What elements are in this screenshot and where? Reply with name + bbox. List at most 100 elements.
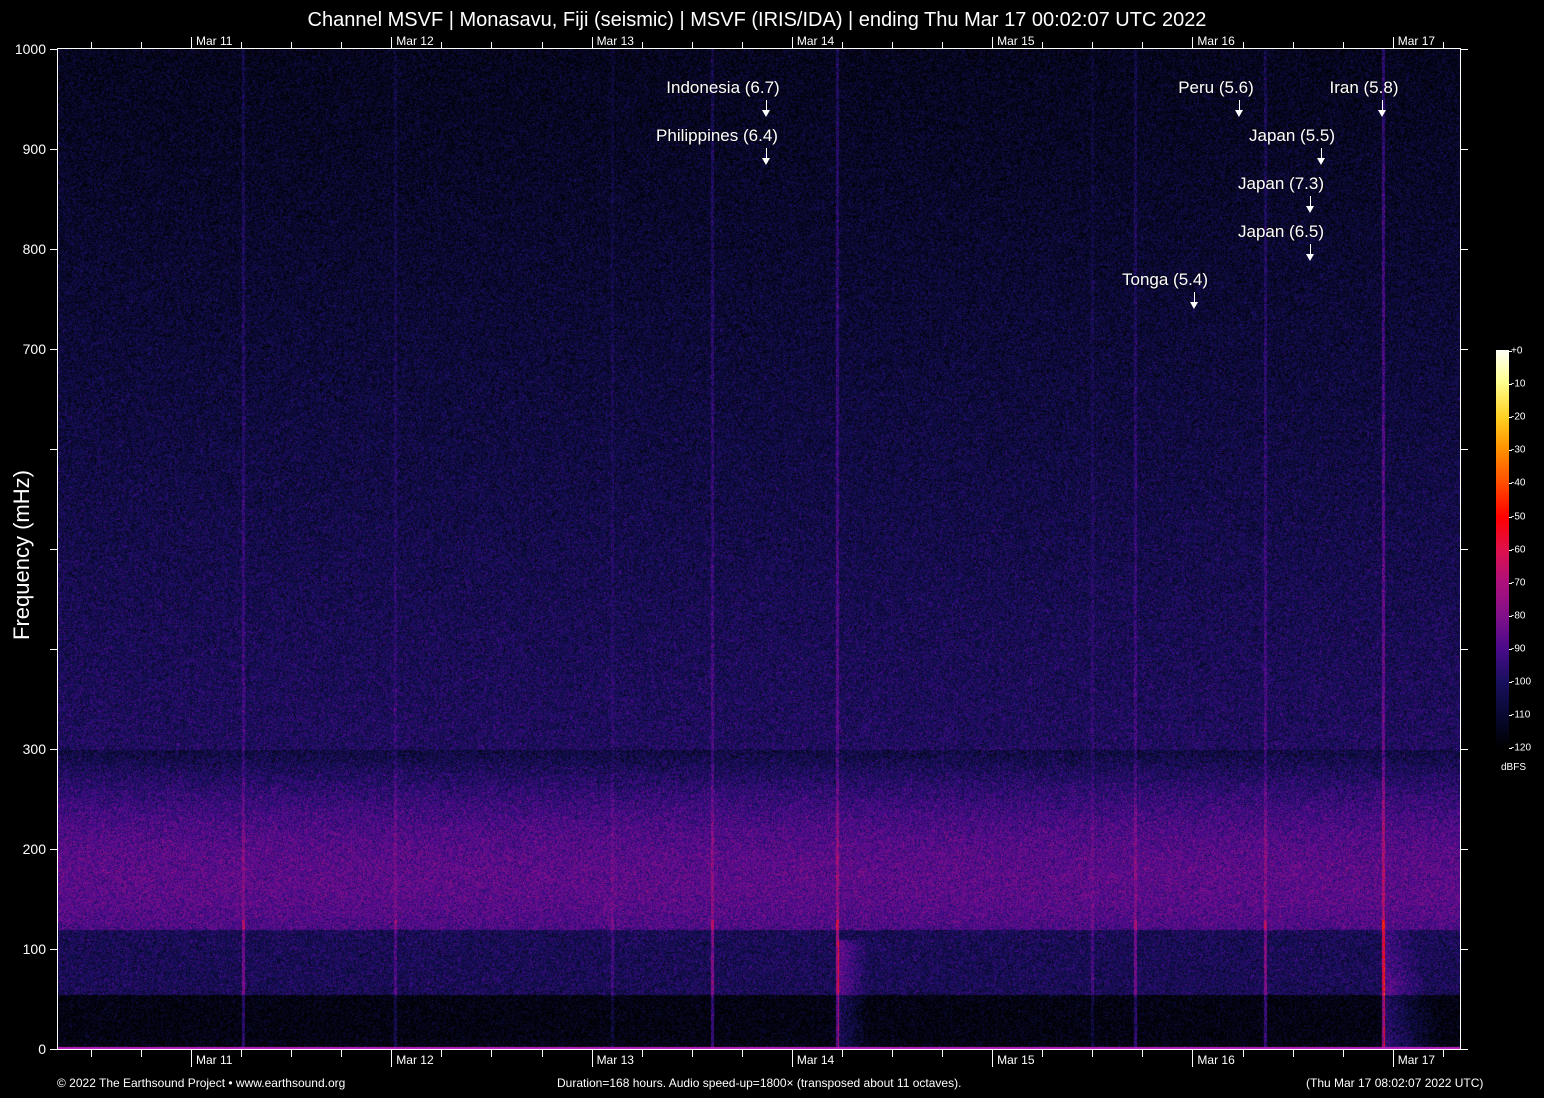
x-tick-top xyxy=(191,37,192,49)
colorbar-tick-label: -70 xyxy=(1511,577,1526,589)
x-tick xyxy=(1242,1049,1244,1057)
x-tick-label: Mar 17 xyxy=(1397,1053,1436,1067)
x-tick xyxy=(291,1049,293,1057)
y-tick-right xyxy=(1460,149,1468,150)
x-tick-label: Mar 12 xyxy=(396,1053,434,1067)
x-tick xyxy=(1092,1049,1094,1057)
x-tick-label-top: Mar 12 xyxy=(396,34,434,48)
x-tick xyxy=(1392,1049,1394,1067)
x-tick xyxy=(791,1049,793,1067)
colorbar-tick-label: -40 xyxy=(1511,477,1526,489)
x-tick xyxy=(391,1049,393,1067)
copyright-text: © 2022 The Earthsound Project • www.eart… xyxy=(57,1076,346,1090)
y-tick-right xyxy=(1460,949,1468,950)
x-tick-label-top: Mar 13 xyxy=(596,34,634,48)
y-tick xyxy=(50,349,58,350)
x-tick-label-top: Mar 14 xyxy=(796,34,835,48)
x-tick-top xyxy=(140,42,142,49)
colorbar-tick-label: -10 xyxy=(1511,378,1526,390)
x-tick-label-top: Mar 15 xyxy=(997,34,1035,48)
event-annotation-label: Japan (6.5) xyxy=(1238,222,1324,241)
x-tick-top xyxy=(942,42,944,49)
colorbar-tick-label: -120 xyxy=(1511,742,1532,754)
y-tick xyxy=(50,649,58,650)
x-tick-top xyxy=(1192,37,1194,49)
colorbar-tick-label: -50 xyxy=(1511,511,1526,522)
y-tick-label: 900 xyxy=(22,141,46,157)
x-tick-top xyxy=(591,37,593,49)
x-tick xyxy=(641,1049,643,1057)
y-tick xyxy=(50,949,58,950)
x-tick-top xyxy=(992,37,994,49)
y-tick-right xyxy=(1460,749,1468,750)
x-tick-label-top: Mar 16 xyxy=(1197,34,1235,48)
y-tick-right xyxy=(1460,349,1468,350)
y-tick-label: 1000 xyxy=(14,41,46,57)
y-tick-label: 0 xyxy=(38,1041,46,1057)
x-tick-label: Mar 15 xyxy=(997,1053,1035,1067)
x-tick xyxy=(191,1049,192,1067)
x-tick xyxy=(1192,1049,1194,1067)
x-tick-top xyxy=(741,42,743,49)
x-tick-label: Mar 14 xyxy=(796,1053,835,1067)
x-tick-top xyxy=(1392,37,1394,49)
event-annotation-label: Japan (5.5) xyxy=(1249,126,1335,145)
x-tick xyxy=(90,1049,92,1057)
x-tick-label: Mar 11 xyxy=(196,1053,233,1067)
x-tick-top xyxy=(1242,42,1244,49)
x-tick xyxy=(140,1049,142,1057)
x-tick xyxy=(491,1049,493,1057)
event-annotation-label: Indonesia (6.7) xyxy=(666,78,780,97)
x-tick-label: Mar 16 xyxy=(1197,1053,1235,1067)
x-tick-top xyxy=(1342,42,1344,49)
x-tick-top xyxy=(691,42,693,49)
x-tick-top xyxy=(241,42,243,49)
x-tick-top xyxy=(791,37,793,49)
down-arrow-icon xyxy=(1306,244,1314,261)
down-arrow-icon xyxy=(762,148,770,165)
chart-title: Channel MSVF | Monasavu, Fiji (seismic) … xyxy=(307,9,1207,31)
colorbar-tick-label: -110 xyxy=(1511,709,1531,721)
event-annotation-label: Philippines (6.4) xyxy=(656,126,778,145)
colorbar-unit: dBFS xyxy=(1501,762,1527,773)
x-tick-top xyxy=(341,42,343,49)
colorbar xyxy=(1496,350,1509,748)
x-tick-top xyxy=(441,42,443,49)
x-tick xyxy=(1042,1049,1044,1057)
y-tick-right xyxy=(1460,249,1468,250)
y-tick xyxy=(50,249,58,250)
x-tick xyxy=(1142,1049,1144,1057)
y-tick-label: 100 xyxy=(22,941,46,957)
x-tick xyxy=(441,1049,443,1057)
y-tick-label: 200 xyxy=(22,841,46,857)
x-tick xyxy=(1442,1049,1444,1057)
event-annotation-label: Japan (7.3) xyxy=(1238,174,1324,193)
x-tick-top xyxy=(90,42,92,49)
event-annotation-label: Iran (5.8) xyxy=(1329,78,1399,97)
y-tick xyxy=(50,549,58,550)
x-tick-label: Mar 13 xyxy=(596,1053,634,1067)
x-tick-top xyxy=(892,42,893,49)
down-arrow-icon xyxy=(1235,100,1243,117)
event-annotation-label: Peru (5.6) xyxy=(1178,78,1254,97)
y-tick xyxy=(50,449,58,450)
colorbar-tick-label: -100 xyxy=(1511,676,1532,688)
y-tick-right xyxy=(1460,49,1468,50)
x-tick xyxy=(341,1049,343,1057)
x-tick xyxy=(992,1049,994,1067)
x-tick-top xyxy=(841,42,843,49)
x-tick-top xyxy=(1292,42,1294,49)
x-tick xyxy=(1292,1049,1294,1057)
x-tick-top xyxy=(491,42,493,49)
y-tick-label: 700 xyxy=(22,341,46,357)
x-tick xyxy=(591,1049,593,1067)
down-arrow-icon xyxy=(1317,148,1325,165)
x-tick-top xyxy=(1442,42,1444,49)
x-tick-label-top: Mar 11 xyxy=(196,34,233,48)
y-tick-right xyxy=(1460,849,1468,850)
x-tick-top xyxy=(1142,42,1144,49)
x-tick-label-top: Mar 17 xyxy=(1397,34,1436,48)
colorbar-tick-label: -20 xyxy=(1511,411,1526,423)
x-tick-top xyxy=(641,42,643,49)
x-tick-top xyxy=(391,37,393,49)
